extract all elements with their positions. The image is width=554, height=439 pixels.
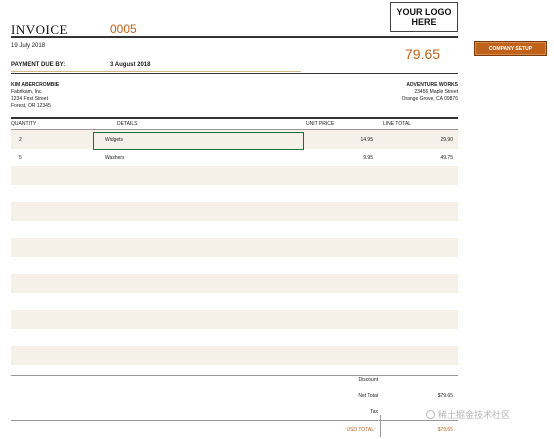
bill-to-block[interactable]: KIM ABERCROMBIE Fabrikam, Inc. 1234 Firs… xyxy=(11,82,59,110)
table-row-empty[interactable] xyxy=(11,202,458,221)
line-total-cell[interactable]: 49.75 xyxy=(381,148,453,167)
table-top-divider xyxy=(11,117,458,119)
usd-total-divider xyxy=(11,420,458,421)
line-total-cell[interactable]: 29.90 xyxy=(381,130,453,149)
payment-due-underline xyxy=(11,71,301,72)
watermark: 稀土掘金技术社区 xyxy=(426,408,510,421)
table-row-empty[interactable] xyxy=(11,328,458,347)
invoice-total-amount: 79.65 xyxy=(405,46,441,62)
table-row-empty[interactable] xyxy=(11,274,458,293)
column-header-line-total: LINE TOTAL xyxy=(383,121,412,127)
company-setup-button[interactable]: COMPANY SETUP xyxy=(474,41,547,56)
table-row-empty[interactable] xyxy=(11,292,458,311)
watermark-text: 稀土掘金技术社区 xyxy=(438,410,511,420)
table-row-empty[interactable] xyxy=(11,220,458,239)
bill-to-city: Forest, OR 12345 xyxy=(11,103,51,109)
net-total-value: $79.65 xyxy=(437,393,453,399)
unit-price-cell[interactable]: 9.95 xyxy=(301,148,373,167)
details-cell[interactable]: Washers xyxy=(105,148,125,167)
net-total-label: Net Total xyxy=(358,393,378,399)
invoice-number[interactable]: 0005 xyxy=(110,22,137,36)
summary-divider xyxy=(11,375,458,376)
tax-label: Tax xyxy=(370,409,378,415)
payment-divider xyxy=(11,73,458,74)
logo-placeholder[interactable]: YOUR LOGO HERE xyxy=(390,2,458,32)
table-row-empty[interactable] xyxy=(11,238,458,257)
bill-to-street: 1234 First Street xyxy=(11,96,48,102)
watermark-logo-icon xyxy=(426,410,435,419)
bill-to-company: Fabrikam, Inc. xyxy=(11,89,43,95)
from-name: ADVENTURE WORKS xyxy=(406,82,458,88)
table-row-empty[interactable] xyxy=(11,346,458,365)
unit-price-cell[interactable]: 14.95 xyxy=(301,130,373,149)
usd-total-label: USD TOTAL xyxy=(346,427,374,433)
quantity-cell[interactable]: 5 xyxy=(19,148,22,167)
table-row-empty[interactable] xyxy=(11,256,458,275)
usd-total-separator xyxy=(380,415,381,437)
column-header-unit-price: UNIT PRICE xyxy=(306,121,335,127)
invoice-sheet: INVOICE 0005 YOUR LOGO HERE 19 July 2018… xyxy=(0,0,554,439)
table-row[interactable]: 5 Washers 9.95 49.75 xyxy=(11,148,458,167)
usd-total-value: $79.65 xyxy=(437,427,453,433)
table-row-empty[interactable] xyxy=(11,166,458,185)
active-cell-selection xyxy=(93,132,304,150)
column-header-details: DETAILS xyxy=(117,121,138,127)
header-divider xyxy=(11,36,458,38)
quantity-cell[interactable]: 2 xyxy=(19,130,22,149)
column-header-quantity: QUANTITY xyxy=(11,121,37,127)
payment-due-label: PAYMENT DUE BY: xyxy=(11,62,66,68)
from-city: Orange Grove, CA 09876 xyxy=(401,96,458,102)
bill-to-name: KIM ABERCROMBIE xyxy=(11,82,60,88)
invoice-date[interactable]: 19 July 2018 xyxy=(11,43,45,49)
table-row-empty[interactable] xyxy=(11,184,458,203)
table-row-empty[interactable] xyxy=(11,310,458,329)
from-block[interactable]: ADVENTURE WORKS 23456 Maple Street Orang… xyxy=(402,82,458,103)
from-street: 23456 Maple Street xyxy=(414,89,458,95)
discount-label: Discount xyxy=(358,377,378,383)
payment-due-date[interactable]: 3 August 2018 xyxy=(110,62,150,68)
